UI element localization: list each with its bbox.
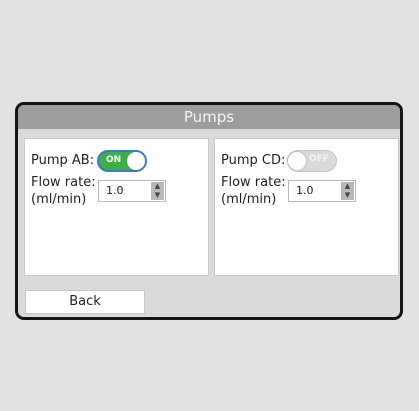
pump-cd-toggle-text: OFF [309, 154, 329, 164]
chevron-down-icon[interactable]: ▼ [341, 191, 354, 200]
screen-title: Pumps [18, 105, 400, 129]
chevron-up-icon[interactable]: ▲ [341, 182, 354, 191]
pump-cd-label: Pump CD: [221, 153, 286, 168]
spinner-arrows[interactable]: ▲ ▼ [341, 182, 354, 200]
pump-ab-label: Pump AB: [31, 153, 95, 168]
pump-cd-flow-value: 1.0 [296, 184, 314, 197]
pumps-screen: Pumps Pump AB: ON Flow rate: (ml/min) 1.… [15, 102, 403, 320]
pump-cd-panel: Pump CD: OFF Flow rate: (ml/min) 1.0 ▲ ▼ [214, 138, 399, 276]
flow-rate-unit-label: (ml/min) [221, 192, 277, 207]
pump-ab-flow-value: 1.0 [106, 184, 124, 197]
flow-rate-label: Flow rate: [221, 175, 286, 190]
pump-ab-panel: Pump AB: ON Flow rate: (ml/min) 1.0 ▲ ▼ [24, 138, 209, 276]
toggle-knob [288, 152, 306, 170]
pump-cd-toggle[interactable]: OFF [287, 150, 337, 172]
chevron-up-icon[interactable]: ▲ [151, 182, 164, 191]
pump-ab-flow-stepper[interactable]: 1.0 ▲ ▼ [98, 180, 166, 202]
chevron-down-icon[interactable]: ▼ [151, 191, 164, 200]
flow-rate-label: Flow rate: [31, 175, 96, 190]
back-button[interactable]: Back [25, 290, 145, 314]
pump-ab-toggle[interactable]: ON [97, 150, 147, 172]
pump-ab-toggle-text: ON [106, 155, 122, 165]
flow-rate-unit-label: (ml/min) [31, 192, 87, 207]
pump-cd-flow-stepper[interactable]: 1.0 ▲ ▼ [288, 180, 356, 202]
spinner-arrows[interactable]: ▲ ▼ [151, 182, 164, 200]
toggle-knob [127, 152, 145, 170]
